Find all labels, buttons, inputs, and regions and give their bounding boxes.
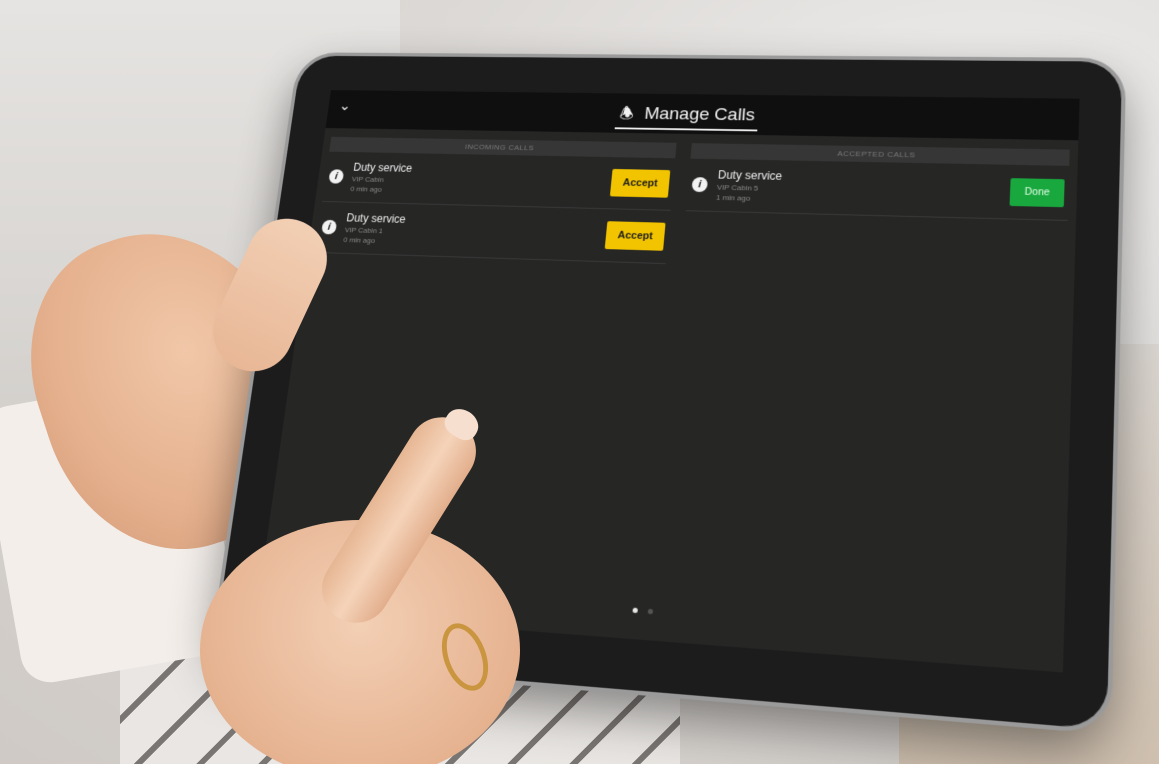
info-icon: i <box>328 169 345 184</box>
page-title: Manage Calls <box>643 104 756 125</box>
info-icon: i <box>691 177 709 193</box>
call-details: Duty service VIP Cabin 0 min ago <box>350 161 613 199</box>
incoming-call-item: i Duty service VIP Cabin 0 min ago Accep… <box>322 151 676 211</box>
page-dot[interactable] <box>647 608 654 615</box>
accepted-call-item: i Duty service VIP Cabin 5 1 min ago Don… <box>685 158 1070 221</box>
bell-icon: 🕭 <box>618 104 635 123</box>
call-details: Duty service VIP Cabin 5 1 min ago <box>716 168 1011 208</box>
accepted-calls-column: ACCEPTED CALLS i Duty service VIP Cabin … <box>640 134 1078 673</box>
photo-scene: ⌄ 🕭 Manage Calls INCOMING CALLS i Duty s… <box>0 0 1159 764</box>
incoming-call-item: i Duty service VIP Cabin 1 0 min ago Acc… <box>314 201 671 265</box>
accept-button[interactable]: Accept <box>610 168 671 198</box>
call-details: Duty service VIP Cabin 1 0 min ago <box>343 211 608 251</box>
accept-button[interactable]: Accept <box>604 221 666 251</box>
done-button[interactable]: Done <box>1009 177 1065 207</box>
info-icon: i <box>321 219 338 235</box>
page-dot-active[interactable] <box>632 607 638 614</box>
